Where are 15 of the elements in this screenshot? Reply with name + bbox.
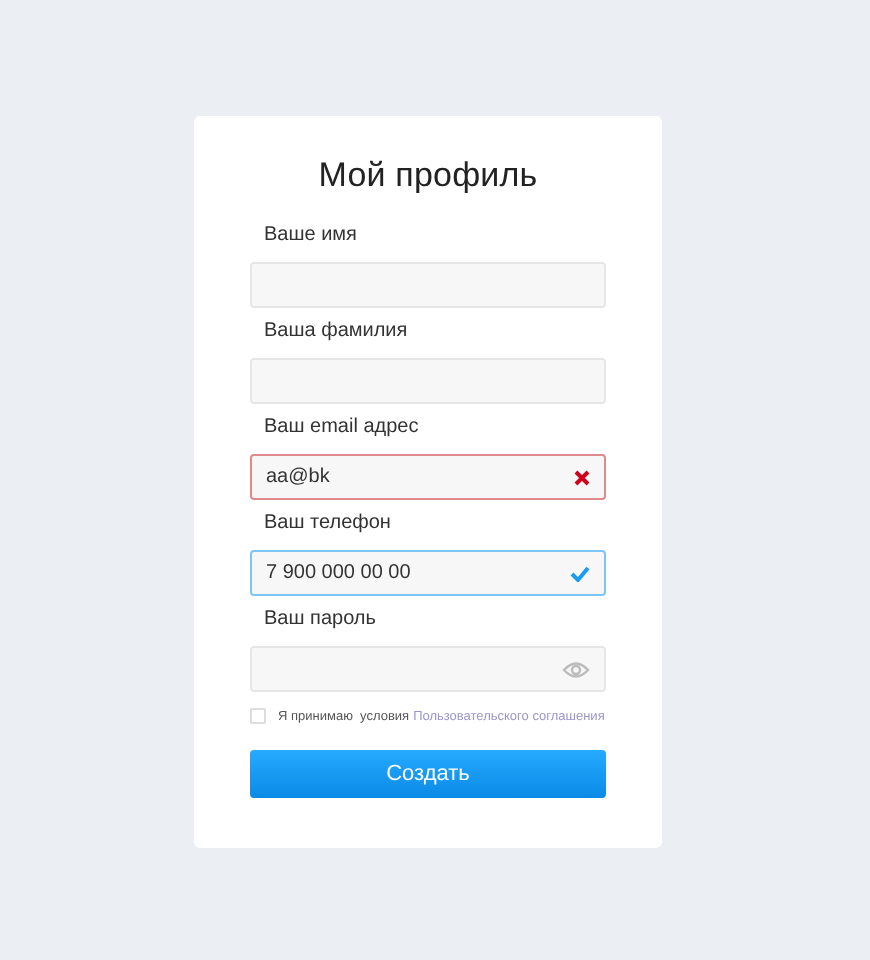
- field-label: Ваш телефон: [262, 512, 393, 538]
- input-field[interactable]: 7 900 000 00 00: [250, 550, 606, 596]
- password-field[interactable]: [250, 646, 606, 692]
- input-field[interactable]: [250, 262, 606, 308]
- error-cross-icon: [574, 469, 590, 485]
- field-label: Ваш email адрес: [262, 416, 421, 442]
- input-field[interactable]: [250, 358, 606, 404]
- input-field[interactable]: aa@bk: [250, 454, 606, 500]
- check-icon: [570, 565, 590, 581]
- field-label: Ваша фамилия: [262, 320, 410, 346]
- form-title: Мой профиль: [316, 156, 540, 196]
- show-password-icon[interactable]: [562, 660, 590, 678]
- field-label: Ваше имя: [262, 224, 359, 250]
- field-label: Ваш пароль: [262, 608, 378, 634]
- agreement-checkbox[interactable]: [250, 708, 266, 724]
